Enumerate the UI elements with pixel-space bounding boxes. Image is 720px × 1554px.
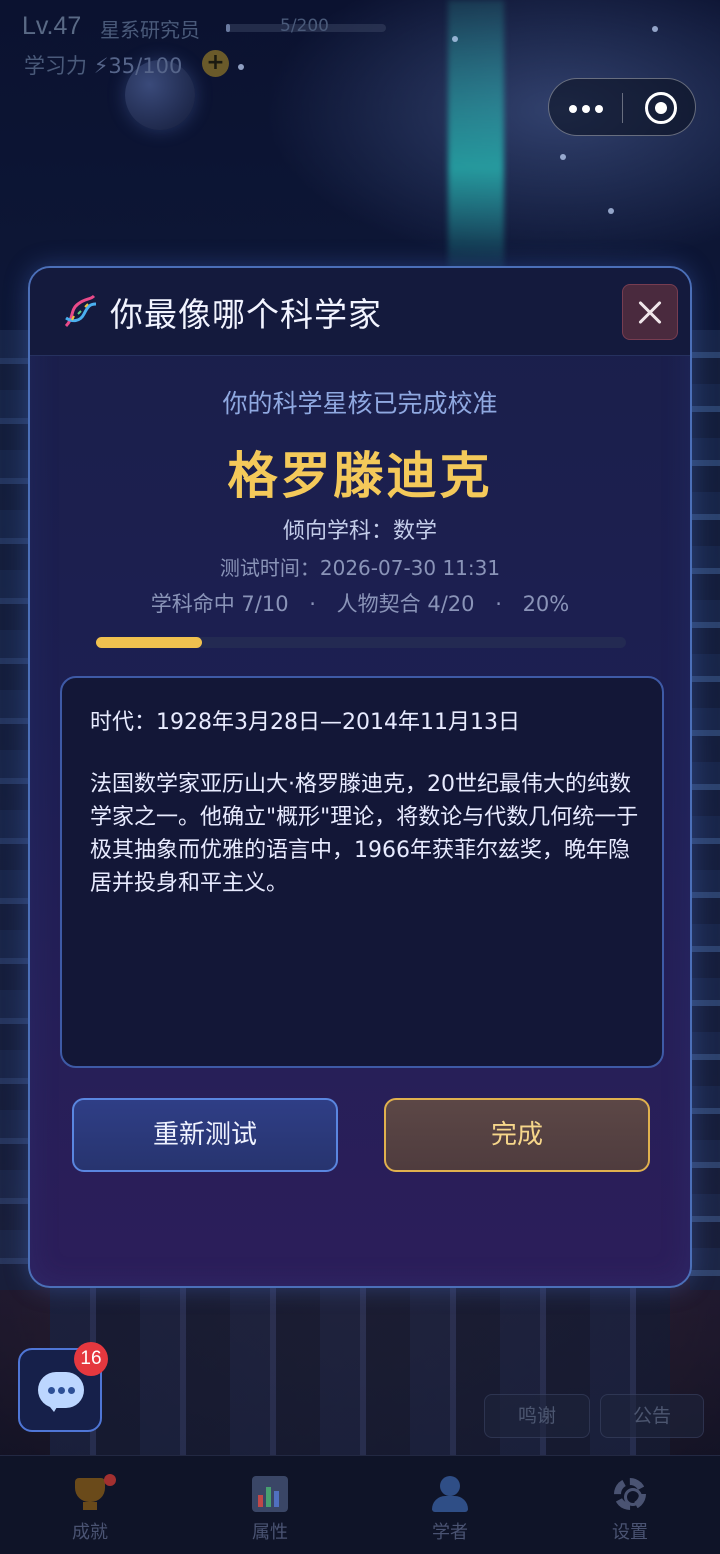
match-percent: 20% xyxy=(522,592,570,616)
tab-achievements[interactable]: 成就 xyxy=(0,1456,180,1554)
biography-box: 时代：1928年3月28日—2014年11月13日 法国数学家亚历山大·格罗滕迪… xyxy=(60,676,664,1068)
add-power-button[interactable]: + xyxy=(202,50,229,77)
tab-label: 成就 xyxy=(72,1522,108,1543)
gear-icon xyxy=(614,1478,646,1510)
background-star xyxy=(560,154,566,160)
result-modal: 你最像哪个科学家 你的科学星核已完成校准 格罗滕迪克 倾向学科：数学 测试时间：… xyxy=(28,266,692,1288)
thanks-button[interactable]: 鸣谢 xyxy=(484,1394,590,1438)
match-progress-bar xyxy=(96,637,626,648)
biography-text: 法国数学家亚历山大·格罗滕迪克，20世纪最伟大的纯数学家之一。他确立"概形"理论… xyxy=(90,772,639,896)
chat-bubble-icon xyxy=(38,1372,84,1412)
background-star xyxy=(652,26,658,32)
xp-text: 5/200 xyxy=(280,16,329,36)
target-icon[interactable] xyxy=(645,92,677,124)
subject-hit-stat: 学科命中 7/10 xyxy=(150,592,289,616)
background-star xyxy=(452,36,458,42)
tab-label: 属性 xyxy=(252,1522,288,1543)
background-city-right xyxy=(690,330,720,1290)
stat-separator: · xyxy=(495,592,502,616)
background-star xyxy=(608,208,614,214)
modal-title: 你最像哪个科学家 xyxy=(110,295,382,334)
notification-dot xyxy=(104,1474,116,1486)
capsule-divider xyxy=(622,93,623,123)
notice-button[interactable]: 公告 xyxy=(600,1394,704,1438)
done-button[interactable]: 完成 xyxy=(384,1098,650,1172)
study-power: 学习力 ⚡35/100 xyxy=(24,50,182,80)
stat-separator: · xyxy=(309,592,316,616)
more-dots-icon[interactable] xyxy=(567,93,605,123)
result-subtitle: 你的科学星核已完成校准 xyxy=(222,389,498,418)
player-status-bar: Lv.47 星系研究员 5/200 学习力 ⚡35/100 + xyxy=(22,12,412,84)
miniprogram-capsule xyxy=(548,78,696,136)
retest-button[interactable]: 重新测试 xyxy=(72,1098,338,1172)
tab-label: 学者 xyxy=(432,1522,468,1543)
era-text: 时代：1928年3月28日—2014年11月13日 xyxy=(90,710,520,735)
tab-settings[interactable]: 设置 xyxy=(540,1456,720,1554)
character-match-stat: 人物契合 4/20 xyxy=(336,592,475,616)
discipline-label: 倾向学科：数学 xyxy=(282,519,437,544)
tab-attributes[interactable]: 属性 xyxy=(180,1456,360,1554)
scientist-name: 格罗滕迪克 xyxy=(227,447,493,505)
result-stats: 学科命中 7/10 · 人物契合 4/20 · 20% xyxy=(30,588,690,618)
trophy-icon xyxy=(75,1478,105,1502)
match-progress-fill xyxy=(96,637,202,648)
chat-unread-badge: 16 xyxy=(74,1342,108,1376)
bar-chart-icon xyxy=(252,1476,288,1512)
bottom-tab-bar: 成就 属性 学者 设置 xyxy=(0,1455,720,1554)
tab-label: 设置 xyxy=(612,1522,648,1543)
background-light-beam xyxy=(448,0,504,280)
tab-scholars[interactable]: 学者 xyxy=(360,1456,540,1554)
level-label: Lv.47 xyxy=(22,12,82,40)
person-icon xyxy=(440,1476,460,1496)
test-time: 测试时间：2026-07-30 11:31 xyxy=(219,556,501,580)
dna-icon xyxy=(64,294,97,328)
study-power-label: 学习力 xyxy=(24,54,87,78)
rank-title: 星系研究员 xyxy=(100,18,200,42)
close-button[interactable] xyxy=(622,284,678,340)
study-power-value: ⚡35/100 xyxy=(93,54,183,78)
xp-progress-fill xyxy=(226,24,230,32)
modal-header: 你最像哪个科学家 xyxy=(30,268,690,356)
